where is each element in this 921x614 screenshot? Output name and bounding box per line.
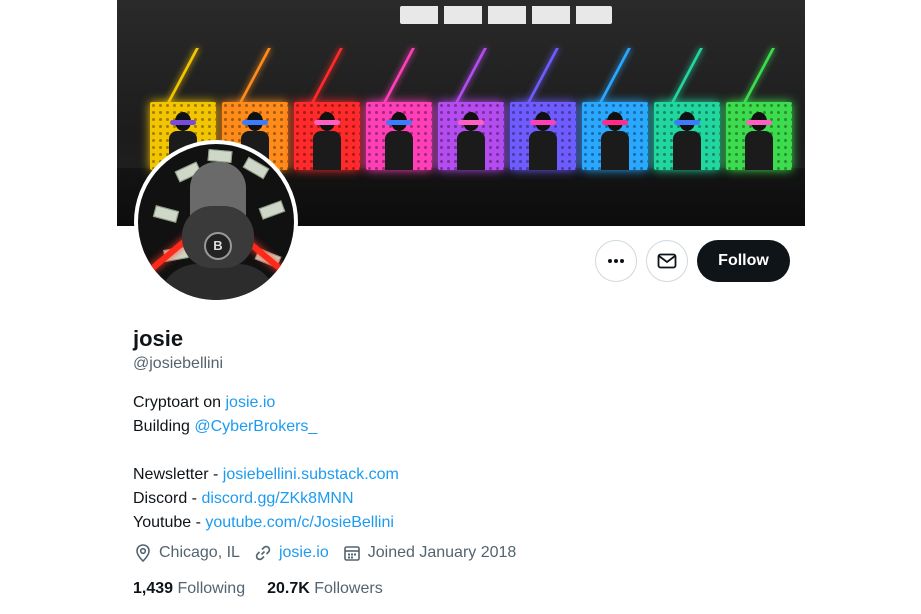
- figure-eye-band: [314, 120, 340, 125]
- figure-torso: [529, 131, 557, 170]
- bio-text: Youtube -: [133, 514, 206, 531]
- user-handle: @josiebellini: [133, 355, 224, 372]
- panel-pole: [308, 48, 343, 108]
- envelope-icon: [657, 253, 677, 269]
- figure-eye-band: [458, 120, 484, 125]
- art-panel: [438, 102, 504, 170]
- panel-figure: [600, 112, 630, 170]
- avatar-badge-letter: B: [204, 232, 232, 260]
- panel-pole: [740, 48, 775, 108]
- art-panel: [366, 102, 432, 170]
- bio-text: Newsletter -: [133, 466, 223, 483]
- panel-pole: [524, 48, 559, 108]
- figure-torso: [313, 131, 341, 170]
- figure-torso: [457, 131, 485, 170]
- website-link[interactable]: josie.io: [279, 544, 329, 562]
- art-panel: [294, 102, 360, 170]
- bio-line: Discord - discord.gg/ZKk8MNN: [133, 487, 399, 511]
- bio-line: Cryptoart on josie.io: [133, 391, 399, 415]
- panel-figure: [744, 112, 774, 170]
- figure-eye-band: [602, 120, 628, 125]
- bio-link-mention[interactable]: @CyberBrokers_: [194, 418, 317, 435]
- joined-text: Joined January 2018: [367, 544, 517, 561]
- panel-pole: [452, 48, 487, 108]
- panel-figure: [672, 112, 702, 170]
- follow-stats: 1,439 Following 20.7K Followers: [133, 580, 405, 598]
- bio-link-discord[interactable]: discord.gg/ZKk8MNN: [201, 490, 353, 507]
- figure-torso: [601, 131, 629, 170]
- art-panel: [510, 102, 576, 170]
- followers-count: 20.7K: [267, 580, 310, 597]
- figure-eye-band: [746, 120, 772, 125]
- figure-eye-band: [530, 120, 556, 125]
- bio-text: Cryptoart on: [133, 394, 226, 411]
- bio-link-newsletter[interactable]: josiebellini.substack.com: [223, 466, 399, 483]
- figure-eye-band: [242, 120, 268, 125]
- follow-button[interactable]: Follow: [697, 240, 790, 282]
- more-horizontal-icon: [608, 259, 624, 263]
- location-item: Chicago, IL: [133, 543, 240, 563]
- followers-label: Followers: [314, 580, 383, 597]
- more-options-button[interactable]: [595, 240, 637, 282]
- panel-pole: [668, 48, 703, 108]
- money-bill: [207, 148, 233, 164]
- figure-eye-band: [674, 120, 700, 125]
- location-pin-icon: [136, 544, 150, 563]
- figure-torso: [385, 131, 413, 170]
- panel-figure: [384, 112, 414, 170]
- panel-pole: [236, 48, 271, 108]
- figure-torso: [745, 131, 773, 170]
- link-icon: [255, 545, 271, 561]
- bio-blank-line: [133, 439, 399, 463]
- bio-line: Newsletter - josiebellini.substack.com: [133, 463, 399, 487]
- bio-text: Building: [133, 418, 195, 435]
- profile-meta: Chicago, IL josie.io Joined January 2018: [133, 543, 529, 563]
- figure-torso: [673, 131, 701, 170]
- panel-pole: [596, 48, 631, 108]
- figure-eye-band: [386, 120, 412, 125]
- following-count: 1,439: [133, 580, 174, 597]
- bio-link-youtube[interactable]: youtube.com/c/JosieBellini: [205, 514, 394, 531]
- bio-line: Youtube - youtube.com/c/JosieBellini: [133, 511, 399, 535]
- display-name: josie: [133, 326, 184, 351]
- panel-pole: [164, 48, 199, 108]
- following-stat[interactable]: 1,439 Following: [133, 580, 245, 598]
- money-bill: [152, 205, 180, 223]
- art-panel: [654, 102, 720, 170]
- profile-avatar[interactable]: B: [134, 140, 298, 304]
- panel-pole: [380, 48, 415, 108]
- panel-figure: [456, 112, 486, 170]
- money-bill: [242, 156, 270, 180]
- bio-line: Building @CyberBrokers_: [133, 415, 399, 439]
- profile-bio: Cryptoart on josie.io Building @CyberBro…: [133, 391, 399, 535]
- location-text: Chicago, IL: [159, 544, 240, 561]
- figure-eye-band: [170, 120, 196, 125]
- avatar-shoulders: [158, 264, 278, 300]
- panel-figure: [312, 112, 342, 170]
- calendar-icon: [343, 546, 360, 561]
- panel-figure: [528, 112, 558, 170]
- following-label: Following: [177, 580, 246, 597]
- website-item: josie.io: [253, 543, 329, 563]
- bio-text: Discord -: [133, 490, 202, 507]
- art-panel: [582, 102, 648, 170]
- message-button[interactable]: [646, 240, 688, 282]
- art-panel: [726, 102, 792, 170]
- money-bill: [258, 200, 286, 220]
- ceiling-light: [400, 6, 612, 24]
- joined-item: Joined January 2018: [342, 543, 517, 563]
- followers-stat[interactable]: 20.7K Followers: [267, 580, 383, 598]
- bio-link-website[interactable]: josie.io: [225, 394, 275, 411]
